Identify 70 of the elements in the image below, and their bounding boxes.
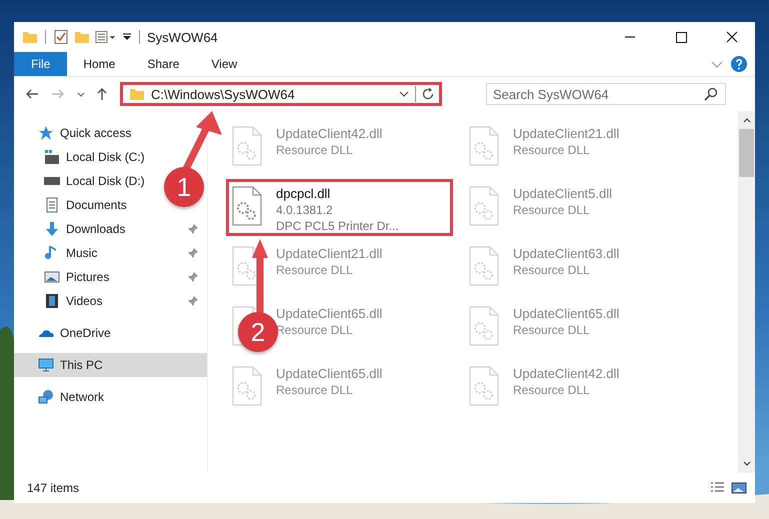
folder-icon <box>129 86 145 102</box>
gear-file-icon <box>468 126 500 166</box>
file-detail: Resource DLL <box>513 143 591 157</box>
file-detail: Resource DLL <box>513 203 591 217</box>
file-tile[interactable]: dpcpcl.dll 4.0.1381.2 DPC PCL5 Printer Dr... <box>226 179 453 236</box>
image-icon <box>44 269 60 285</box>
view-options-icon[interactable] <box>95 29 117 45</box>
search-field[interactable]: Search SysWOW64 <box>486 83 726 105</box>
properties-icon[interactable] <box>53 29 69 45</box>
search-icon <box>703 86 719 102</box>
file-detail: DPC PCL5 Printer Dr... <box>276 219 399 233</box>
file-name[interactable]: UpdateClient21.dll <box>513 126 620 141</box>
film-icon <box>44 293 60 309</box>
file-detail: Resource DLL <box>276 263 354 277</box>
dropdown-icon[interactable] <box>399 89 409 99</box>
window-title: SysWOW64 <box>147 30 218 44</box>
pin-icon[interactable] <box>187 295 199 307</box>
file-detail: Resource DLL <box>513 323 591 337</box>
file-name[interactable]: UpdateClient65.dll <box>513 306 620 321</box>
pin-icon[interactable] <box>187 271 199 283</box>
sidebar-item[interactable]: Videos <box>14 289 207 313</box>
document-icon <box>44 197 60 213</box>
ribbon-tab[interactable]: File <box>14 52 68 76</box>
sidebar-item[interactable]: Pictures <box>14 265 207 289</box>
file-name[interactable]: UpdateClient65.dll <box>276 366 382 381</box>
help-icon[interactable] <box>731 56 747 72</box>
sidebar-item[interactable]: OneDrive <box>14 321 115 345</box>
item-count: 147 items <box>27 481 80 495</box>
scroll-thumb[interactable] <box>739 129 754 177</box>
file-detail: Resource DLL <box>513 383 591 397</box>
sidebar-item[interactable]: Downloads <box>14 217 207 241</box>
gear-file-icon <box>468 306 500 346</box>
file-detail: Resource DLL <box>276 143 354 157</box>
sidebar-item[interactable]: Quick access <box>14 121 136 145</box>
large-icons-view-icon[interactable] <box>731 480 747 496</box>
annotation-arrow <box>180 109 224 171</box>
sidebar-item[interactable]: Music <box>14 241 207 265</box>
address-bar[interactable]: C:\Windows\SysWOW64 <box>120 82 442 106</box>
file-name[interactable]: UpdateClient42.dll <box>276 126 382 141</box>
file-name[interactable]: dpcpcl.dll <box>276 186 399 201</box>
file-name[interactable]: UpdateClient21.dll <box>276 246 382 261</box>
pin-icon[interactable] <box>187 247 199 259</box>
sidebar-item[interactable]: Local Disk (D:) <box>14 169 149 193</box>
file-detail: 4.0.1381.2 <box>276 203 334 217</box>
file-name[interactable]: UpdateClient63.dll <box>513 246 620 261</box>
file-detail: Resource DLL <box>276 383 354 397</box>
star-icon <box>38 125 54 141</box>
sidebar-item[interactable]: This PC <box>14 353 207 377</box>
drive-icon <box>44 177 60 185</box>
sidebar-item[interactable]: Network <box>14 385 108 409</box>
download-icon <box>44 221 60 237</box>
drive-icon <box>44 149 60 165</box>
gear-file-icon <box>468 186 500 226</box>
scrollbar[interactable] <box>738 111 755 473</box>
gear-file-icon <box>231 186 263 226</box>
sidebar-item[interactable]: Documents <box>14 193 131 217</box>
sidebar-item[interactable]: Local Disk (C:) <box>14 145 149 169</box>
pin-icon[interactable] <box>187 223 199 235</box>
file-name[interactable]: UpdateClient65.dll <box>276 306 382 321</box>
gear-file-icon <box>231 366 263 406</box>
dropdown-icon[interactable] <box>122 32 132 42</box>
refresh-icon[interactable] <box>415 86 436 102</box>
gear-file-icon <box>468 366 500 406</box>
gear-file-icon <box>468 246 500 286</box>
file-detail: Resource DLL <box>513 263 591 277</box>
file-name[interactable]: UpdateClient5.dll <box>513 186 612 201</box>
network-icon <box>38 389 54 405</box>
file-name[interactable]: UpdateClient42.dll <box>513 366 620 381</box>
monitor-icon <box>38 357 54 373</box>
gear-file-icon <box>231 126 263 166</box>
